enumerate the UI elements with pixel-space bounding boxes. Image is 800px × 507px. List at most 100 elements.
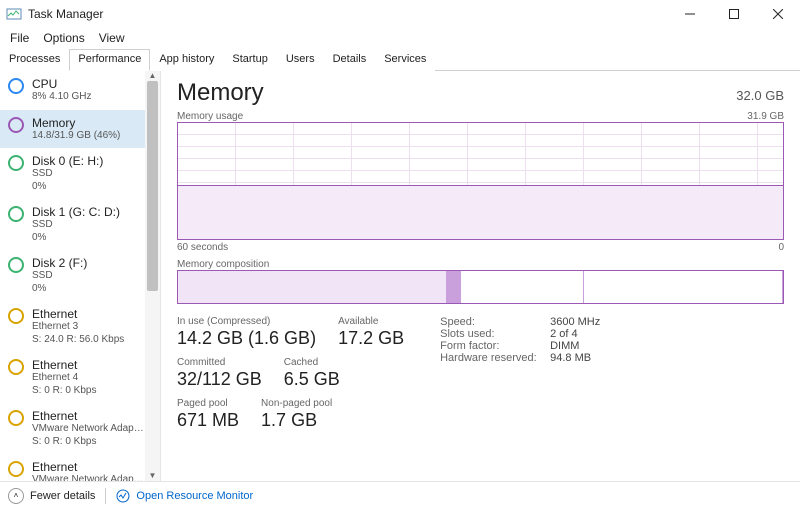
fewer-details-button[interactable]: Fewer details <box>30 490 95 502</box>
sidebar-item-memory-1[interactable]: Memory14.8/31.9 GB (46%) <box>0 110 160 149</box>
cached-value: 6.5 GB <box>284 369 340 390</box>
sidebar-item-label: Disk 0 (E: H:) <box>32 154 103 168</box>
committed-label: Committed <box>177 357 262 368</box>
app-icon <box>6 6 22 22</box>
sidebar-item-disk-1-g-c-d--3[interactable]: Disk 1 (G: C: D:)SSD 0% <box>0 199 160 250</box>
sidebar-item-label: Ethernet <box>32 409 144 423</box>
hw-key: Speed: <box>440 316 540 328</box>
maximize-button[interactable] <box>712 0 756 28</box>
hw-value: DIMM <box>550 340 579 352</box>
window-title: Task Manager <box>28 7 668 21</box>
sidebar-item-label: Memory <box>32 116 120 130</box>
sidebar-item-ethernet-5[interactable]: EthernetEthernet 3 S: 24.0 R: 56.0 Kbps <box>0 301 160 352</box>
sidebar-item-sub: SSD 0% <box>32 168 103 193</box>
title-bar: Task Manager <box>0 0 800 28</box>
sidebar-item-ethernet-8[interactable]: EthernetVMware Network Adap… <box>0 454 160 481</box>
status-ring-icon <box>8 461 24 477</box>
hw-value: 94.8 MB <box>550 352 591 364</box>
sidebar-item-cpu-0[interactable]: CPU8% 4.10 GHz <box>0 71 160 110</box>
tab-startup[interactable]: Startup <box>223 49 276 71</box>
status-ring-icon <box>8 308 24 324</box>
hw-key: Hardware reserved: <box>440 352 540 364</box>
sidebar-item-label: Ethernet <box>32 307 124 321</box>
tab-performance[interactable]: Performance <box>69 49 150 71</box>
resource-monitor-icon <box>116 489 130 503</box>
sidebar-item-label: Ethernet <box>32 358 96 372</box>
sidebar-item-ethernet-7[interactable]: EthernetVMware Network Adap… S: 0 R: 0 K… <box>0 403 160 454</box>
sidebar-item-sub: Ethernet 4 S: 0 R: 0 Kbps <box>32 372 96 397</box>
composition-label: Memory composition <box>177 259 269 270</box>
inuse-value: 14.2 GB (1.6 GB) <box>177 328 316 349</box>
memory-composition-chart[interactable] <box>177 270 784 304</box>
status-ring-icon <box>8 410 24 426</box>
sidebar-item-sub: VMware Network Adap… <box>32 474 144 481</box>
sidebar-item-label: Disk 1 (G: C: D:) <box>32 205 120 219</box>
status-ring-icon <box>8 117 24 133</box>
sidebar: CPU8% 4.10 GHzMemory14.8/31.9 GB (46%)Di… <box>0 71 161 481</box>
total-capacity: 32.0 GB <box>736 88 784 103</box>
sidebar-item-disk-2-f--4[interactable]: Disk 2 (F:)SSD 0% <box>0 250 160 301</box>
paged-value: 671 MB <box>177 410 239 431</box>
tab-details[interactable]: Details <box>324 49 376 71</box>
cached-label: Cached <box>284 357 340 368</box>
time-axis-right: 0 <box>778 242 784 253</box>
menu-options[interactable]: Options <box>37 29 90 47</box>
menu-view[interactable]: View <box>93 29 131 47</box>
sidebar-item-sub: SSD 0% <box>32 270 87 295</box>
sidebar-item-ethernet-6[interactable]: EthernetEthernet 4 S: 0 R: 0 Kbps <box>0 352 160 403</box>
sidebar-item-label: Disk 2 (F:) <box>32 256 87 270</box>
sidebar-item-label: Ethernet <box>32 460 144 474</box>
open-resource-monitor-link[interactable]: Open Resource Monitor <box>136 490 253 502</box>
status-ring-icon <box>8 155 24 171</box>
footer-bar: ˄ Fewer details Open Resource Monitor <box>0 481 800 507</box>
time-axis-left: 60 seconds <box>177 242 228 253</box>
close-button[interactable] <box>756 0 800 28</box>
paged-label: Paged pool <box>177 398 239 409</box>
usage-chart-max: 31.9 GB <box>747 111 784 122</box>
comp-segment-in-use <box>178 271 447 303</box>
inuse-label: In use (Compressed) <box>177 316 316 327</box>
tab-users[interactable]: Users <box>277 49 324 71</box>
sidebar-scrollbar[interactable]: ▲ ▼ <box>145 71 160 481</box>
scroll-thumb[interactable] <box>147 81 158 291</box>
chevron-up-icon[interactable]: ˄ <box>8 488 24 504</box>
tab-app-history[interactable]: App history <box>150 49 223 71</box>
menu-bar: File Options View <box>0 28 800 48</box>
main-panel: Memory 32.0 GB Memory usage 31.9 GB 60 s… <box>161 71 800 481</box>
sidebar-item-sub: SSD 0% <box>32 219 120 244</box>
page-title: Memory <box>177 79 264 107</box>
available-label: Available <box>338 316 404 327</box>
hw-key: Slots used: <box>440 328 540 340</box>
available-value: 17.2 GB <box>338 328 404 349</box>
footer-divider <box>105 488 106 504</box>
usage-area <box>178 185 783 239</box>
tab-services[interactable]: Services <box>375 49 435 71</box>
menu-file[interactable]: File <box>4 29 35 47</box>
sidebar-item-disk-0-e-h--2[interactable]: Disk 0 (E: H:)SSD 0% <box>0 148 160 199</box>
status-ring-icon <box>8 359 24 375</box>
sidebar-item-label: CPU <box>32 77 91 91</box>
comp-segment-standby <box>461 271 584 303</box>
hw-value: 3600 MHz <box>550 316 600 328</box>
status-ring-icon <box>8 206 24 222</box>
sidebar-item-sub: 14.8/31.9 GB (46%) <box>32 130 120 143</box>
nonpaged-label: Non-paged pool <box>261 398 332 409</box>
minimize-button[interactable] <box>668 0 712 28</box>
comp-segment-modified <box>447 271 461 303</box>
tab-processes[interactable]: Processes <box>0 49 69 71</box>
sidebar-item-sub: Ethernet 3 S: 24.0 R: 56.0 Kbps <box>32 321 124 346</box>
tab-bar: Processes Performance App history Startu… <box>0 48 800 71</box>
hw-info-table: Speed: 3600 MHz Slots used: 2 of 4 Form fact… <box>440 316 600 364</box>
scroll-down-icon[interactable]: ▼ <box>145 471 160 481</box>
status-ring-icon <box>8 78 24 94</box>
status-ring-icon <box>8 257 24 273</box>
memory-usage-chart[interactable] <box>177 122 784 240</box>
hw-key: Form factor: <box>440 340 540 352</box>
hw-value: 2 of 4 <box>550 328 578 340</box>
sidebar-item-sub: 8% 4.10 GHz <box>32 91 91 104</box>
nonpaged-value: 1.7 GB <box>261 410 332 431</box>
comp-segment-free <box>584 271 783 303</box>
scroll-up-icon[interactable]: ▲ <box>145 71 160 81</box>
sidebar-item-sub: VMware Network Adap… S: 0 R: 0 Kbps <box>32 423 144 448</box>
usage-chart-label: Memory usage <box>177 111 243 122</box>
